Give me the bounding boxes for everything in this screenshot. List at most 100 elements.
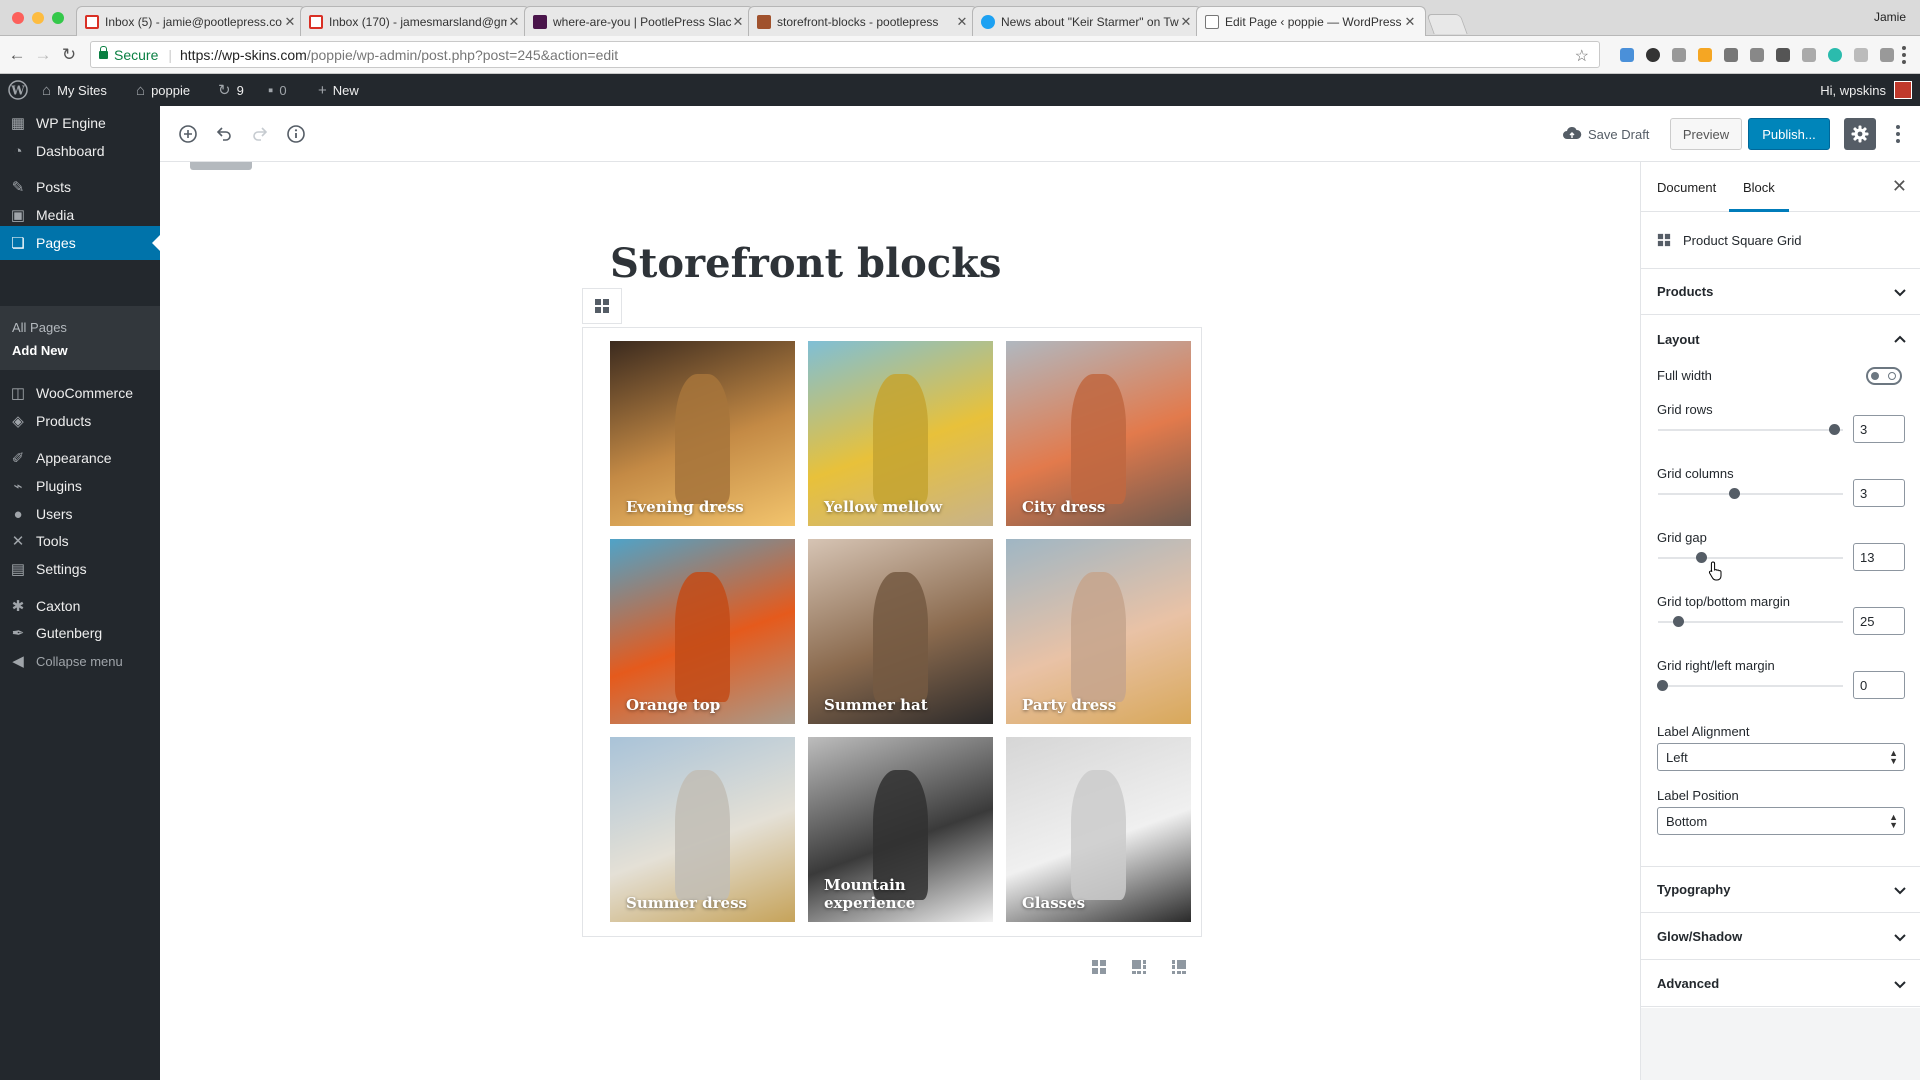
forward-arrow-icon[interactable]: →	[34, 46, 52, 64]
new-tab-button[interactable]	[1426, 14, 1468, 34]
close-tab-icon[interactable]: ✕	[1179, 14, 1193, 30]
window-maximize-button[interactable]	[52, 12, 64, 24]
layout-panel-toggle[interactable]: Layout	[1641, 316, 1920, 362]
product-tile[interactable]: Glasses	[1006, 737, 1191, 922]
sidebar-item-dashboard[interactable]: ◔ Dashboard	[0, 134, 160, 168]
extension-icon[interactable]	[1646, 48, 1660, 62]
page-title[interactable]: Storefront blocks	[610, 240, 1001, 287]
range-slider[interactable]	[1658, 552, 1843, 563]
tab-block[interactable]: Block	[1729, 162, 1789, 212]
browser-tab-active[interactable]: Edit Page ‹ poppie — WordPress ✕	[1196, 6, 1426, 36]
product-tile[interactable]: Party dress	[1006, 539, 1191, 724]
layout-feature-left-icon[interactable]	[1130, 958, 1148, 976]
submenu-all-pages[interactable]: All Pages	[12, 320, 67, 335]
address-bar[interactable]: Secure | https://wp-skins.com/poppie/wp-…	[90, 41, 1600, 68]
extension-icon[interactable]	[1724, 48, 1738, 62]
range-slider[interactable]	[1658, 616, 1843, 627]
updates-link[interactable]: ↻ 9	[218, 74, 244, 106]
window-close-button[interactable]	[12, 12, 24, 24]
cast-icon[interactable]	[1750, 48, 1764, 62]
range-number-input[interactable]	[1853, 415, 1905, 443]
product-tile[interactable]: Yellow mellow	[808, 341, 993, 526]
my-account[interactable]: Hi, wpskins	[1820, 74, 1912, 106]
range-number-input[interactable]	[1853, 479, 1905, 507]
range-thumb[interactable]	[1728, 488, 1740, 499]
settings-toggle-button[interactable]	[1844, 118, 1876, 150]
close-tab-icon[interactable]: ✕	[283, 14, 297, 30]
product-tile[interactable]: Summer hat	[808, 539, 993, 724]
typography-panel-toggle[interactable]: Typography	[1641, 867, 1920, 913]
range-number-input[interactable]	[1853, 543, 1905, 571]
close-tab-icon[interactable]: ✕	[1403, 14, 1417, 30]
reload-icon[interactable]: ↻	[60, 46, 78, 64]
extension-icon[interactable]	[1880, 48, 1894, 62]
wordpress-logo-icon[interactable]: W	[8, 74, 28, 106]
info-button[interactable]	[282, 120, 310, 148]
label-position-select[interactable]: Bottom ▲ ▼	[1657, 807, 1905, 835]
more-menu-button[interactable]	[1888, 120, 1908, 148]
tab-document[interactable]: Document	[1657, 162, 1716, 212]
range-thumb[interactable]	[1695, 552, 1707, 563]
extension-icon[interactable]	[1828, 48, 1842, 62]
site-name-link[interactable]: ⌂ poppie	[136, 74, 190, 106]
product-tile[interactable]: Orange top	[610, 539, 795, 724]
submenu-add-new[interactable]: Add New	[12, 343, 68, 358]
window-minimize-button[interactable]	[32, 12, 44, 24]
new-content-link[interactable]: + New	[318, 74, 359, 106]
sidebar-item-products[interactable]: ◈ Products	[0, 404, 160, 438]
range-thumb[interactable]	[1656, 680, 1668, 691]
preview-button[interactable]: Preview	[1670, 118, 1742, 150]
add-block-button[interactable]	[174, 120, 202, 148]
advanced-panel-toggle[interactable]: Advanced	[1641, 961, 1920, 1007]
product-tile[interactable]: Evening dress	[610, 341, 795, 526]
product-tile[interactable]: City dress	[1006, 341, 1191, 526]
browser-tab[interactable]: Inbox (5) - jamie@pootlepress.co ✕	[76, 6, 306, 36]
code-extension-icon[interactable]	[1854, 48, 1868, 62]
redo-button[interactable]	[246, 120, 274, 148]
chart-extension-icon[interactable]	[1698, 48, 1712, 62]
extension-icon[interactable]	[1620, 48, 1634, 62]
close-icon[interactable]: ✕	[1892, 176, 1907, 197]
block-breadcrumb-tag[interactable]	[190, 162, 252, 170]
range-slider[interactable]	[1658, 488, 1843, 499]
sidebar-item-collapse-menu[interactable]: ◀ Collapse menu	[0, 644, 160, 678]
layout-grid-icon[interactable]	[1090, 958, 1108, 976]
sidebar-item-pages[interactable]: ❏ Pages	[0, 226, 160, 260]
layout-feature-right-icon[interactable]	[1170, 958, 1188, 976]
products-panel-toggle[interactable]: Products	[1641, 269, 1920, 315]
my-sites-link[interactable]: ⌂ My Sites	[42, 74, 107, 106]
bookmark-star-icon[interactable]: ☆	[1575, 46, 1589, 66]
sidebar-item-settings[interactable]: ▤ Settings	[0, 552, 160, 586]
section-title: Advanced	[1657, 976, 1720, 991]
range-slider[interactable]	[1658, 424, 1843, 435]
extension-icon[interactable]	[1802, 48, 1816, 62]
back-arrow-icon[interactable]: ←	[8, 46, 26, 64]
save-draft-button[interactable]: Save Draft	[1562, 120, 1649, 148]
product-tile[interactable]: Summer dress	[610, 737, 795, 922]
chrome-menu-icon[interactable]	[1902, 46, 1906, 64]
close-tab-icon[interactable]: ✕	[955, 14, 969, 30]
camera-extension-icon[interactable]	[1672, 48, 1686, 62]
full-width-toggle[interactable]	[1866, 367, 1902, 385]
browser-tab[interactable]: where-are-you | PootlePress Slack ✕	[524, 6, 754, 36]
profile-name[interactable]: Jamie	[1874, 10, 1906, 24]
range-slider[interactable]	[1656, 680, 1843, 691]
range-thumb[interactable]	[1673, 616, 1685, 627]
range-number-input[interactable]	[1853, 671, 1905, 699]
range-number-input[interactable]	[1853, 607, 1905, 635]
product-tile[interactable]: Mountain experience	[808, 737, 993, 922]
browser-tab[interactable]: storefront-blocks - pootlepress ✕	[748, 6, 978, 36]
close-tab-icon[interactable]: ✕	[507, 14, 521, 30]
label-alignment-select[interactable]: Left ▲ ▼	[1657, 743, 1905, 771]
glow-shadow-panel-toggle[interactable]: Glow/Shadow	[1641, 914, 1920, 960]
browser-tab[interactable]: News about "Keir Starmer" on Twitter ✕	[972, 6, 1202, 36]
browser-tab[interactable]: Inbox (170) - jamesmarsland@gm ✕	[300, 6, 530, 36]
block-switcher-button[interactable]	[582, 288, 622, 324]
undo-button[interactable]	[210, 120, 238, 148]
range-thumb[interactable]	[1828, 424, 1840, 435]
comments-link[interactable]: ▪ 0	[268, 74, 287, 106]
product-image	[1070, 770, 1127, 900]
function-extension-icon[interactable]	[1776, 48, 1790, 62]
close-tab-icon[interactable]: ✕	[731, 14, 745, 30]
publish-button[interactable]: Publish...	[1748, 118, 1830, 150]
